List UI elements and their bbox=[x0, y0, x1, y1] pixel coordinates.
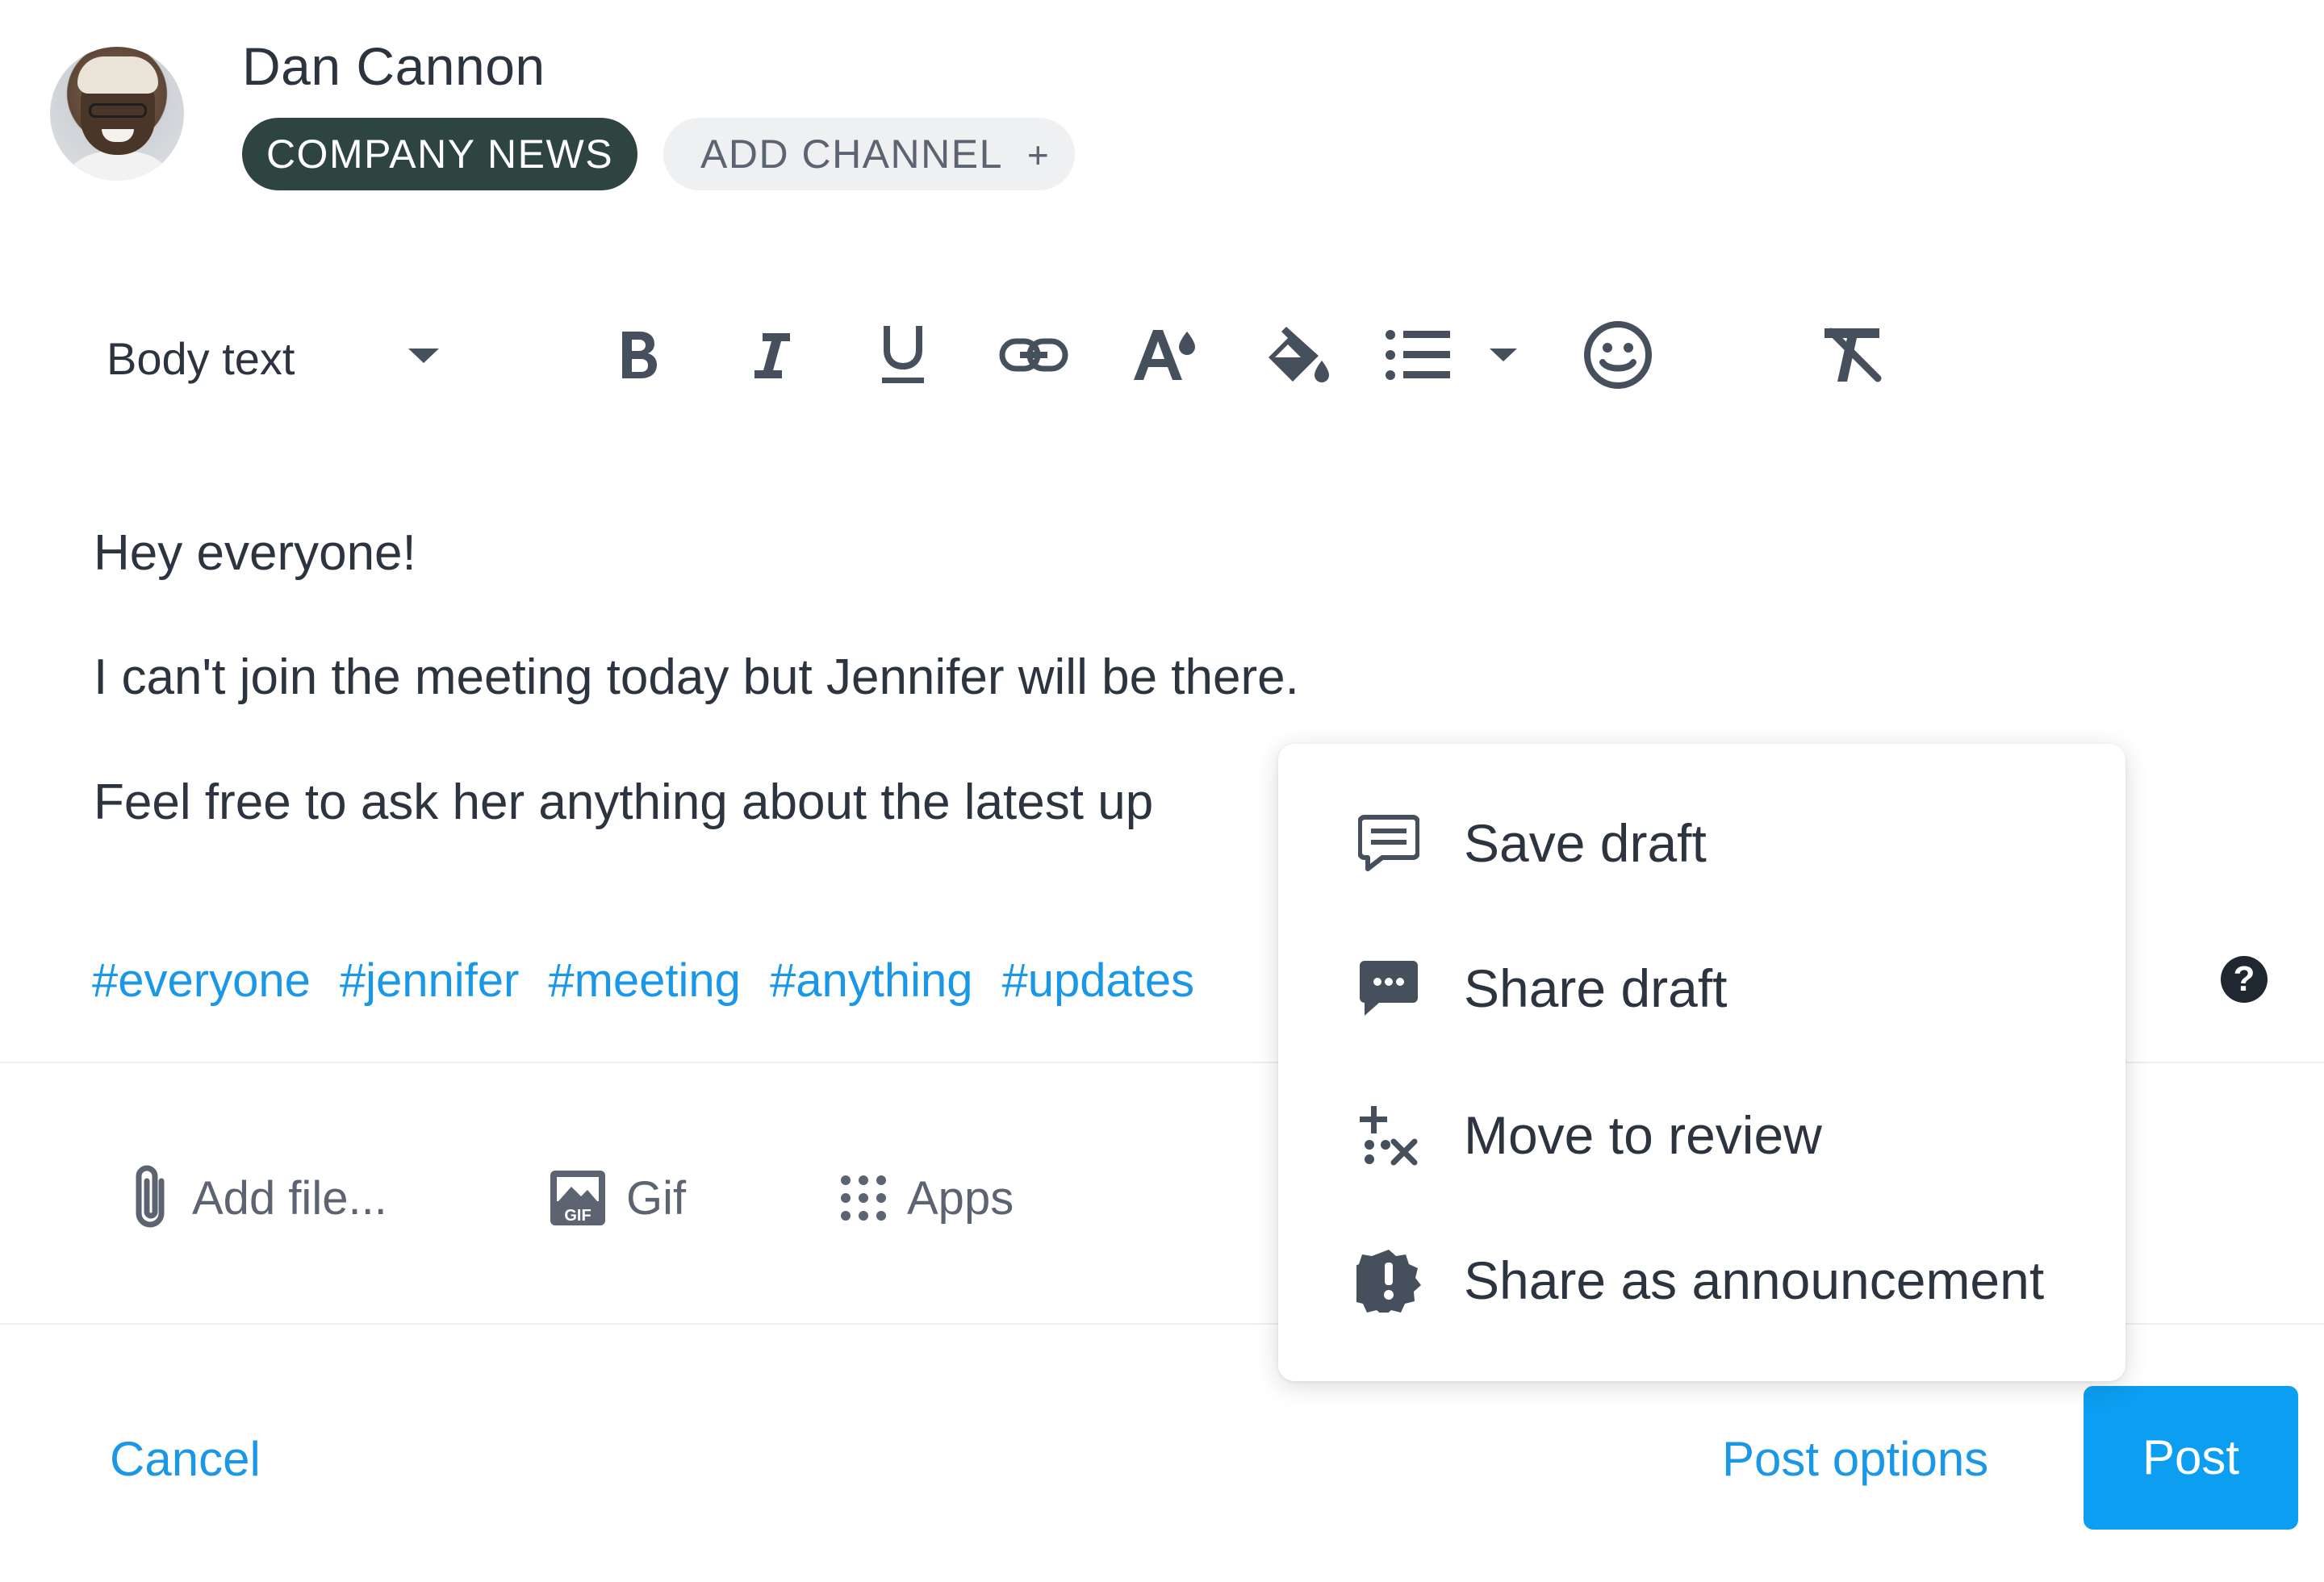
hashtag-meeting[interactable]: #meeting bbox=[548, 954, 741, 1007]
bold-icon[interactable] bbox=[602, 319, 675, 391]
add-file-button[interactable]: Add file... bbox=[129, 1162, 387, 1234]
comment-lines-icon bbox=[1354, 814, 1423, 872]
bullet-list-icon[interactable] bbox=[1381, 319, 1454, 391]
menu-item-label: Share as announcement bbox=[1464, 1250, 2045, 1310]
gif-icon: GIF bbox=[550, 1171, 605, 1225]
apps-label: Apps bbox=[907, 1171, 1014, 1225]
post-options-menu: Save draft Share draft Move to review Sh… bbox=[1278, 744, 2125, 1381]
clear-format-icon[interactable] bbox=[1816, 319, 1888, 391]
post-button[interactable]: Post bbox=[2084, 1386, 2298, 1530]
user-name: Dan Cannon bbox=[242, 36, 545, 96]
review-icon bbox=[1354, 1104, 1423, 1166]
italic-icon[interactable] bbox=[734, 319, 807, 391]
menu-item-save-draft[interactable]: Save draft bbox=[1278, 783, 2125, 904]
text-style-select[interactable]: Body text bbox=[107, 323, 295, 395]
font-color-icon[interactable] bbox=[1130, 319, 1202, 391]
fill-color-icon[interactable] bbox=[1260, 319, 1333, 391]
paperclip-icon bbox=[136, 1165, 165, 1228]
hashtag-anything[interactable]: #anything bbox=[770, 954, 973, 1007]
help-icon[interactable]: ? bbox=[2221, 956, 2268, 1003]
emoji-icon[interactable] bbox=[1582, 319, 1654, 391]
comment-dots-icon bbox=[1354, 959, 1423, 1017]
add-channel-button[interactable]: ADD CHANNEL + bbox=[663, 118, 1075, 190]
announcement-badge-icon bbox=[1354, 1248, 1423, 1313]
list-chevron-down-icon[interactable] bbox=[1490, 349, 1517, 361]
gif-button[interactable]: GIF Gif bbox=[549, 1162, 686, 1234]
menu-item-label: Share draft bbox=[1464, 958, 1728, 1018]
plus-icon: + bbox=[1026, 134, 1051, 176]
menu-item-share-draft[interactable]: Share draft bbox=[1278, 928, 2125, 1049]
hashtag-jennifer[interactable]: #jennifer bbox=[340, 954, 519, 1007]
hashtag-list: #everyone #jennifer #meeting #anything #upda… bbox=[92, 949, 1223, 1013]
paragraph-meeting[interactable]: I can't join the meeting today but Jenni… bbox=[94, 645, 1299, 710]
link-icon[interactable] bbox=[997, 319, 1070, 391]
add-file-label: Add file... bbox=[192, 1171, 387, 1225]
menu-item-move-to-review[interactable]: Move to review bbox=[1278, 1075, 2125, 1196]
text-style-value: Body text bbox=[107, 333, 295, 384]
avatar[interactable] bbox=[50, 47, 184, 181]
menu-item-label: Move to review bbox=[1464, 1105, 1822, 1165]
chevron-down-icon[interactable] bbox=[408, 349, 439, 363]
apps-button[interactable]: Apps bbox=[839, 1162, 1014, 1234]
svg-text:GIF: GIF bbox=[564, 1207, 591, 1225]
channel-chip-company-news[interactable]: COMPANY NEWS bbox=[242, 118, 637, 190]
hashtag-updates[interactable]: #updates bbox=[1002, 954, 1195, 1007]
cancel-button[interactable]: Cancel bbox=[110, 1425, 261, 1494]
apps-grid-icon bbox=[841, 1175, 886, 1221]
add-channel-label: ADD CHANNEL bbox=[700, 131, 1003, 177]
menu-item-label: Save draft bbox=[1464, 813, 1707, 873]
post-options-button[interactable]: Post options bbox=[1722, 1425, 1988, 1494]
paragraph-greeting[interactable]: Hey everyone! bbox=[94, 521, 416, 586]
underline-icon[interactable] bbox=[867, 319, 939, 391]
paragraph-questions[interactable]: Feel free to ask her anything about the … bbox=[94, 770, 1153, 835]
menu-item-share-as-announcement[interactable]: Share as announcement bbox=[1278, 1220, 2125, 1341]
gif-label: Gif bbox=[626, 1171, 687, 1225]
hashtag-everyone[interactable]: #everyone bbox=[92, 954, 311, 1007]
